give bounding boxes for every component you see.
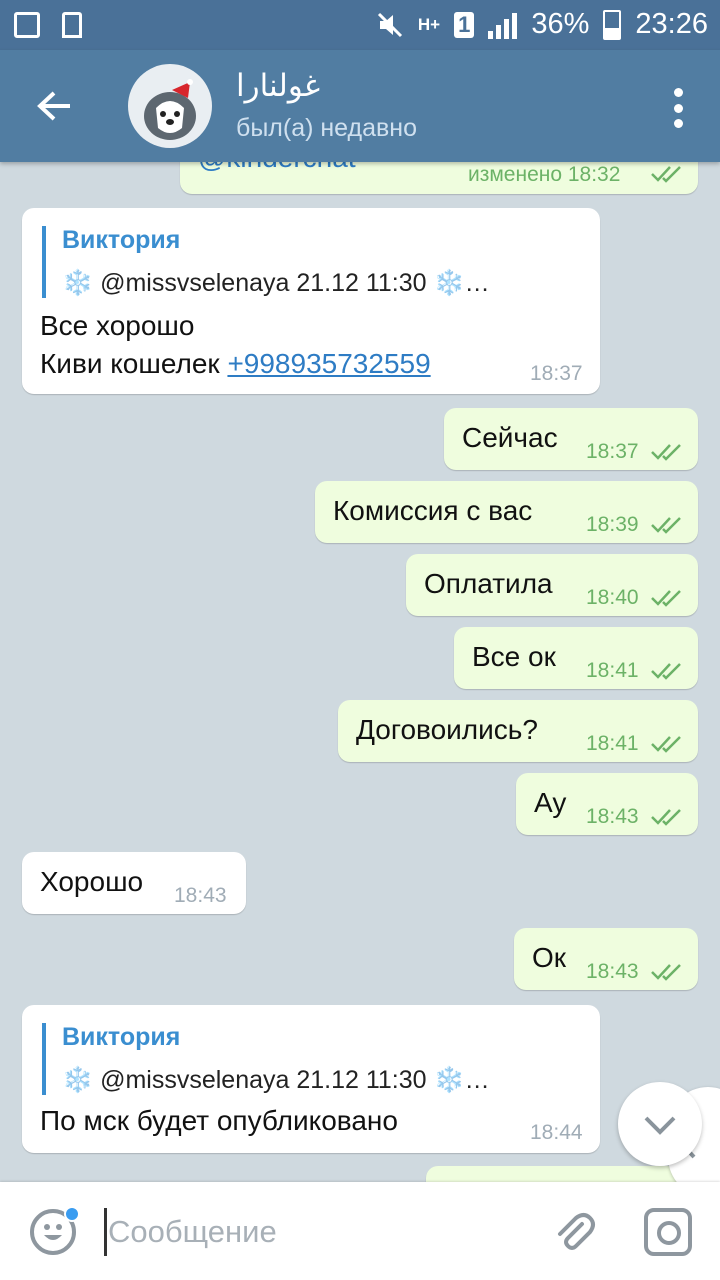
message-time: 18:40 <box>586 586 639 609</box>
battery-icon <box>603 9 622 40</box>
message-text: Сейчас <box>462 422 558 453</box>
message-time: изменено 18:32 <box>468 163 621 186</box>
message-text-line: Киви кошелек +998935732559 <box>40 348 431 380</box>
emoji-badge <box>64 1206 80 1222</box>
double-check-icon <box>651 444 681 461</box>
chat-title[interactable]: غولنارا <box>236 68 320 104</box>
message-time: 18:41 <box>586 732 639 755</box>
message-text-line: Все хорошо <box>40 310 195 341</box>
phone-link[interactable]: +998935732559 <box>227 348 430 379</box>
message-text: Все ок <box>472 641 556 672</box>
message-text: Комиссия с вас <box>333 495 533 526</box>
attach-icon[interactable] <box>552 1210 596 1254</box>
message-text: Договоились? <box>356 714 538 745</box>
quote-text: ❄️ @missvselenaya 21.12 11:30 ❄️… <box>62 1066 490 1094</box>
chat-header: غولنارا был(а) недавно <box>0 50 720 162</box>
message-list[interactable]: @kinderchat изменено 18:32 Виктория ❄️ @… <box>0 162 720 1182</box>
quote-text: ❄️ @missvselenaya 21.12 11:30 ❄️… <box>62 269 490 297</box>
message-time: 18:39 <box>586 513 639 536</box>
message-time: 18:37 <box>586 440 639 463</box>
double-check-icon <box>651 590 681 607</box>
text-caret <box>104 1208 107 1256</box>
message-outgoing[interactable]: Комиссия с вас 18:39 <box>315 481 698 543</box>
mute-icon <box>377 12 402 37</box>
network-type: H+ <box>417 14 441 34</box>
double-check-icon <box>651 663 681 680</box>
message-outgoing[interactable] <box>426 1166 698 1182</box>
battery-percent: 36% <box>531 8 590 40</box>
quote-author: Виктория <box>62 226 181 254</box>
message-incoming[interactable]: Виктория ❄️ @missvselenaya 21.12 11:30 ❄… <box>22 1005 600 1153</box>
message-time: 18:41 <box>586 659 639 682</box>
status-bar: H+ 1 36% 23:26 <box>0 0 720 50</box>
message-incoming[interactable]: Хорошо 18:43 <box>22 852 246 914</box>
message-outgoing[interactable]: Все ок 18:41 <box>454 627 698 689</box>
message-outgoing[interactable]: Ок 18:43 <box>514 928 698 990</box>
message-text: Киви кошелек <box>40 348 228 379</box>
signal-icon <box>488 11 518 39</box>
double-check-icon <box>651 736 681 753</box>
message-text: Хорошо <box>40 866 144 897</box>
double-check-icon <box>651 964 681 981</box>
double-check-icon <box>651 517 681 534</box>
message-time: 18:43 <box>586 805 639 828</box>
message-text: Ок <box>532 942 567 973</box>
reply-quote[interactable]: Виктория ❄️ @missvselenaya 21.12 11:30 ❄… <box>42 1023 490 1095</box>
message-outgoing[interactable]: Оплатила 18:40 <box>406 554 698 616</box>
back-arrow-icon[interactable] <box>34 86 74 126</box>
clock: 23:26 <box>635 8 708 40</box>
message-outgoing[interactable]: Ау 18:43 <box>516 773 698 835</box>
message-outgoing[interactable]: @kinderchat изменено 18:32 <box>180 162 698 194</box>
message-time: 18:43 <box>174 884 227 907</box>
double-check-icon <box>651 166 681 183</box>
chevron-down-icon[interactable] <box>618 1082 702 1166</box>
message-input[interactable] <box>108 1206 528 1258</box>
message-incoming[interactable]: Виктория ❄️ @missvselenaya 21.12 11:30 ❄… <box>22 208 600 394</box>
message-outgoing[interactable]: Договоились? 18:41 <box>338 700 698 762</box>
chat-status: был(а) недавно <box>236 114 418 142</box>
reply-quote[interactable]: Виктория ❄️ @missvselenaya 21.12 11:30 ❄… <box>42 226 490 298</box>
camera-icon[interactable] <box>644 1208 692 1256</box>
message-outgoing[interactable]: Сейчас 18:37 <box>444 408 698 470</box>
sim-indicator: 1 <box>454 11 475 38</box>
message-text: Ау <box>534 787 567 818</box>
message-time: 18:43 <box>586 960 639 983</box>
message-text: Оплатила <box>424 568 553 599</box>
message-composer <box>0 1182 720 1280</box>
more-vert-icon[interactable] <box>674 88 684 128</box>
message-text-line: По мск будет опубликовано <box>40 1105 398 1136</box>
double-check-icon <box>651 809 681 826</box>
quote-author: Виктория <box>62 1023 181 1051</box>
phone-notification-icon <box>62 12 82 38</box>
message-time: 18:44 <box>530 1121 583 1144</box>
gallery-notification-icon <box>14 12 40 38</box>
message-text: @kinderchat <box>198 162 356 174</box>
avatar[interactable] <box>128 64 212 148</box>
message-time: 18:37 <box>530 362 583 385</box>
